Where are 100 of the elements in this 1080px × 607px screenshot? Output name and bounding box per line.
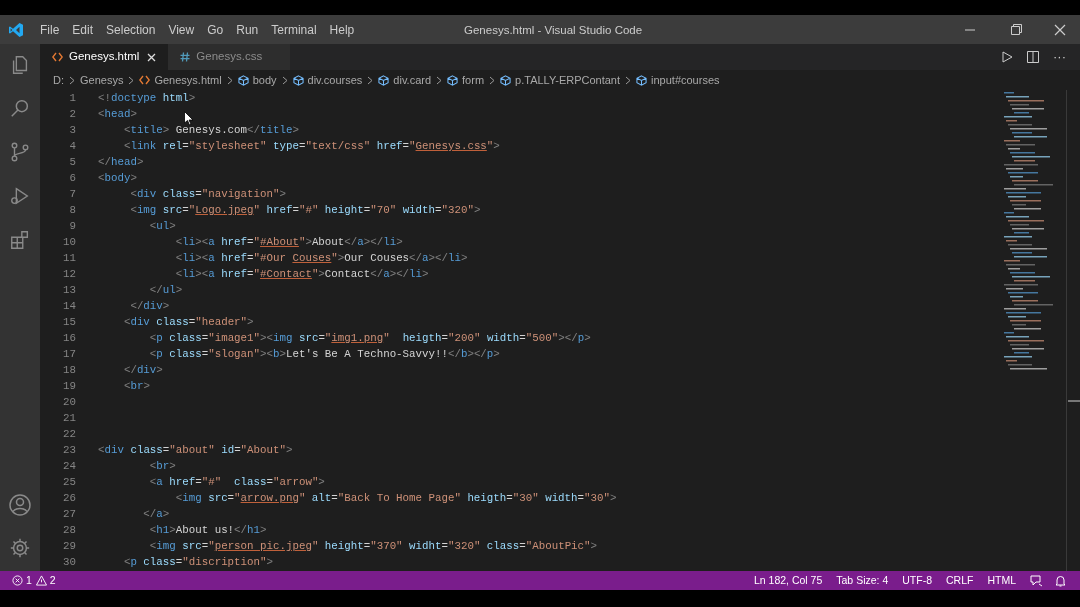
status-item[interactable]: Tab Size: 4 xyxy=(836,572,889,589)
code-line: <li><a href="#Contact">Contact</a></li> xyxy=(174,266,429,282)
breadcrumb-item[interactable]: Genesys xyxy=(80,71,124,89)
code-line: <div class="header"> xyxy=(122,314,254,330)
code-brackets-icon xyxy=(139,75,151,85)
split-editor-icon[interactable] xyxy=(1027,51,1039,63)
breadcrumb-item[interactable]: p.TALLY-ERPContant xyxy=(500,71,621,89)
code-line: <li><a href="#About">About</a></li> xyxy=(174,234,403,250)
line-number: 20 xyxy=(62,394,76,410)
line-number: 1 xyxy=(68,90,76,106)
menu-item[interactable]: Edit xyxy=(66,20,100,39)
line-number: 28 xyxy=(62,522,76,538)
code-line: <head> xyxy=(98,106,137,122)
account-icon[interactable] xyxy=(8,493,32,517)
line-number: 26 xyxy=(62,490,76,506)
code-line: <!doctype html> xyxy=(98,90,196,106)
menu-item[interactable]: File xyxy=(34,20,66,39)
scrollbar-thumb[interactable] xyxy=(1068,400,1080,402)
code-line: <p class="slogan"><b>Let's Be A Techno-Savvy!!</b></p> xyxy=(148,346,500,362)
bell-icon[interactable] xyxy=(1055,574,1066,587)
close-tab-icon[interactable] xyxy=(147,52,157,62)
line-number: 25 xyxy=(62,474,76,490)
line-number: 29 xyxy=(62,538,76,554)
chevron-icon xyxy=(489,75,496,85)
close-icon[interactable] xyxy=(1054,23,1066,36)
line-number: 22 xyxy=(62,426,76,442)
code-line: </head> xyxy=(98,154,144,170)
breadcrumb-item[interactable]: input#courses xyxy=(636,71,720,89)
hash-icon xyxy=(180,52,191,62)
code-line: <img src="Logo.jpeg" href="#" height="70" width="320"> xyxy=(129,202,481,218)
breadcrumb-item[interactable]: body xyxy=(237,71,277,89)
chevron-icon xyxy=(69,75,75,85)
tab[interactable]: Genesys.html xyxy=(40,44,169,70)
chevron-icon xyxy=(226,75,233,85)
line-number: 30 xyxy=(62,554,76,570)
code-line: <div class="about" id="About"> xyxy=(98,442,293,458)
cube-icon xyxy=(292,74,304,86)
cube-icon xyxy=(636,74,648,86)
line-number: 8 xyxy=(68,202,76,218)
line-number: 3 xyxy=(68,122,76,138)
feedback-icon[interactable] xyxy=(1030,574,1043,587)
code-line: <br> xyxy=(122,378,150,394)
menu-item[interactable]: View xyxy=(162,20,201,39)
chevron-icon xyxy=(436,75,443,85)
code-line: <title> Genesys.com</title> xyxy=(122,122,299,138)
code-line: <img src="arrow.png" alt="Back To Home Page" heigth="30" width="30"> xyxy=(174,490,617,506)
settings-icon[interactable] xyxy=(9,537,31,559)
code-line: <li><a href="#Our Couses">Our Couses</a></li> xyxy=(174,250,468,266)
code-line: <p class="discription"> xyxy=(122,554,273,570)
run-debug-icon[interactable] xyxy=(9,185,31,207)
cube-icon xyxy=(500,74,512,86)
status-item[interactable]: HTML xyxy=(987,572,1016,589)
code-line: <div class="navigation"> xyxy=(129,186,286,202)
code-line: <ul> xyxy=(148,218,176,234)
line-number: 4 xyxy=(68,138,76,154)
menu-item[interactable]: Go xyxy=(201,20,230,39)
breadcrumb-item[interactable]: form xyxy=(447,71,485,89)
menu-item[interactable]: Terminal xyxy=(265,20,323,39)
status-item[interactable]: Ln 182, Col 75 xyxy=(753,572,823,589)
chevron-icon xyxy=(625,75,632,85)
breadcrumb-item[interactable]: Genesys.html xyxy=(139,71,222,89)
error-icon[interactable] xyxy=(12,575,23,586)
search-icon[interactable] xyxy=(9,97,31,119)
chevron-icon xyxy=(128,75,135,85)
status-item[interactable]: CRLF xyxy=(946,572,974,589)
run-icon[interactable] xyxy=(1001,51,1013,63)
line-number: 10 xyxy=(62,234,76,250)
code-line: <img src="person pic.jpeg" height="370" widht="320" class="AboutPic"> xyxy=(148,538,598,554)
line-number: 12 xyxy=(62,266,76,282)
error-count[interactable]: 1 xyxy=(26,572,32,589)
source-control-icon[interactable] xyxy=(9,141,31,163)
extensions-icon[interactable] xyxy=(9,229,31,251)
menu-item[interactable]: Selection xyxy=(100,20,162,39)
line-number: 15 xyxy=(62,314,76,330)
menu-item[interactable]: Help xyxy=(323,20,361,39)
cube-icon xyxy=(378,74,390,86)
status-item[interactable]: UTF-8 xyxy=(902,572,932,589)
breadcrumb-item[interactable]: div.courses xyxy=(292,71,363,89)
more-actions-button[interactable]: ··· xyxy=(1053,47,1066,67)
code-line: </a> xyxy=(142,506,170,522)
warning-icon[interactable] xyxy=(35,575,47,586)
code-line: <a href="#" class="arrow"> xyxy=(148,474,325,490)
line-number: 21 xyxy=(62,410,76,426)
menu-item[interactable]: Run xyxy=(230,20,265,39)
code-line: <p class="image1"><img src="img1.png" heigth="200" width="500"></p> xyxy=(148,330,591,346)
warning-count[interactable]: 2 xyxy=(49,572,56,589)
window-title: Genesys.html - Visual Studio Code xyxy=(464,23,643,38)
vscode-logo-icon xyxy=(8,21,24,38)
line-number: 13 xyxy=(62,282,76,298)
tab[interactable]: Genesys.css xyxy=(168,44,291,70)
breadcrumb-item[interactable]: div.card xyxy=(378,71,432,89)
line-number: 11 xyxy=(62,250,76,266)
code-line: </div> xyxy=(129,298,170,314)
line-number: 27 xyxy=(62,506,76,522)
restore-icon[interactable] xyxy=(1011,24,1022,35)
line-number: 9 xyxy=(68,218,76,234)
code-line: <body> xyxy=(98,170,137,186)
breadcrumb-item[interactable]: D: xyxy=(53,71,64,89)
line-number: 17 xyxy=(62,346,76,362)
line-number: 24 xyxy=(62,458,76,474)
